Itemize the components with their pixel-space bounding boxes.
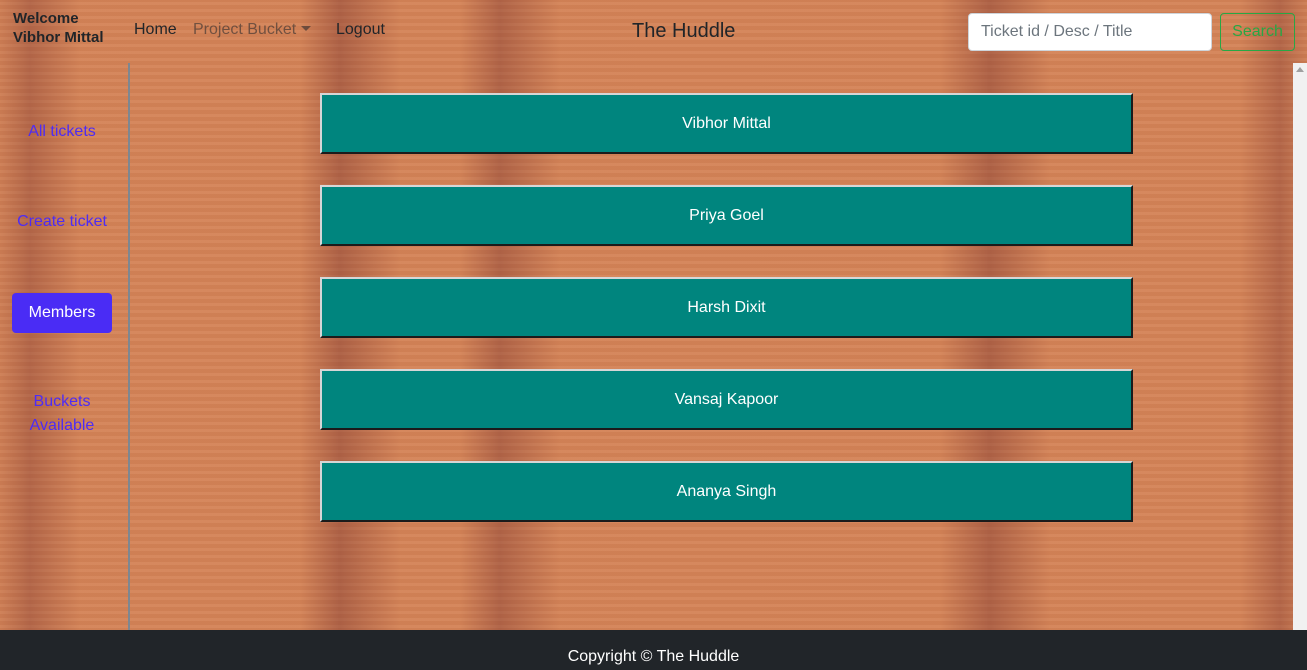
navbar: Welcome Vibhor Mittal Home Project Bucke… — [0, 0, 1307, 63]
app-title: The Huddle — [632, 20, 736, 42]
member-button[interactable]: Ananya Singh — [320, 461, 1133, 522]
footer: Copyright © The Huddle — [0, 630, 1307, 670]
member-button[interactable]: Vibhor Mittal — [320, 93, 1133, 154]
scroll-up-arrow-icon[interactable] — [1296, 67, 1304, 72]
copyright-text: Copyright © The Huddle — [567, 648, 740, 665]
sidebar-item-buckets-available[interactable]: Buckets Available — [0, 390, 124, 438]
nav-logout-link[interactable]: Logout — [336, 21, 385, 39]
nav-home-link[interactable]: Home — [134, 21, 177, 39]
scrollbar[interactable] — [1293, 63, 1307, 630]
sidebar-item-create-ticket[interactable]: Create ticket — [0, 210, 124, 234]
nav-project-bucket-dropdown[interactable]: Project Bucket — [193, 21, 312, 39]
member-button[interactable]: Harsh Dixit — [320, 277, 1133, 338]
sidebar: All tickets Create ticket Members Bucket… — [0, 63, 130, 630]
member-button[interactable]: Priya Goel — [320, 185, 1133, 246]
search-input[interactable] — [968, 13, 1212, 51]
nav-project-bucket-label: Project Bucket — [193, 21, 297, 38]
member-button[interactable]: Vansaj Kapoor — [320, 369, 1133, 430]
welcome-label: Welcome — [13, 10, 79, 27]
sidebar-item-members[interactable]: Members — [12, 293, 112, 333]
welcome-text: Welcome Vibhor Mittal — [13, 9, 123, 47]
welcome-username: Vibhor Mittal — [13, 29, 104, 46]
sidebar-item-all-tickets[interactable]: All tickets — [0, 120, 124, 144]
caret-down-icon — [301, 26, 312, 31]
search-button[interactable]: Search — [1220, 13, 1295, 51]
